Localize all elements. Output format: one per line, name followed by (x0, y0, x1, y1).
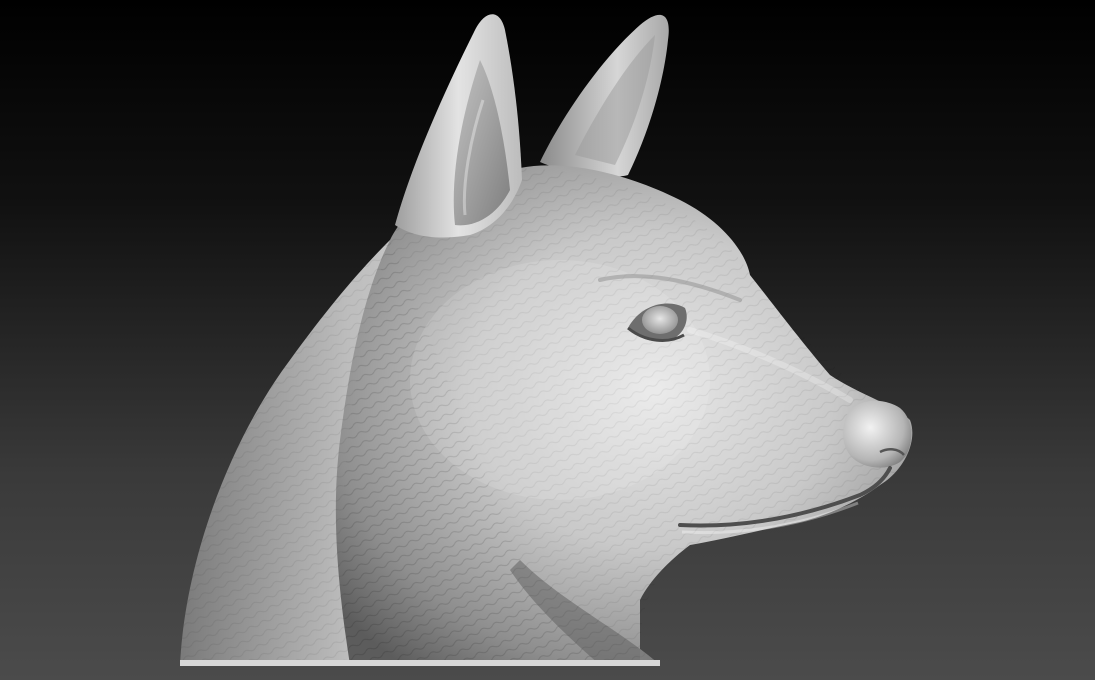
dog-head-sculpt-render (180, 14, 913, 666)
nose (843, 400, 912, 468)
bust-base (180, 660, 660, 666)
sculpt-viewport (0, 0, 1095, 680)
